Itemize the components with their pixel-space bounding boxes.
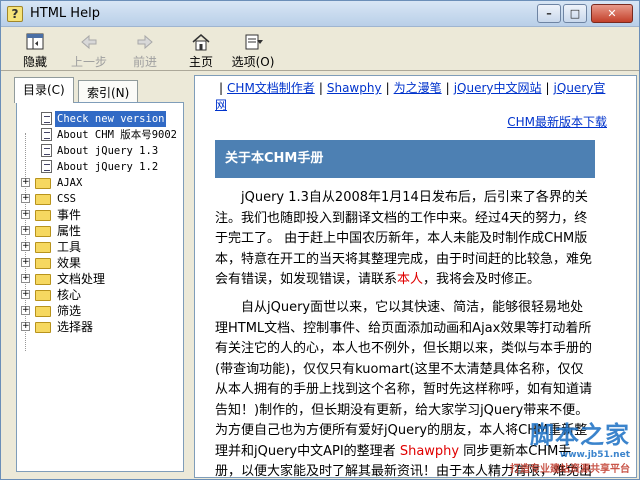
hide-pane-icon bbox=[26, 33, 44, 50]
link-chm-author[interactable]: CHM文档制作者 bbox=[227, 81, 315, 95]
expand-icon[interactable]: + bbox=[21, 274, 30, 283]
content-pane: | CHM文档制作者 | Shawphy | 为之漫笔 | jQuery中文网站 | jQuery… bbox=[194, 75, 637, 478]
hide-label: 隐藏 bbox=[22, 55, 47, 69]
page-icon bbox=[41, 160, 52, 173]
link-manga[interactable]: 为之漫笔 bbox=[394, 81, 442, 95]
tree-folder-traversing[interactable]: + 筛选 bbox=[17, 303, 183, 319]
folder-icon bbox=[35, 210, 51, 221]
tree-folder-utilities[interactable]: + 工具 bbox=[17, 239, 183, 255]
expand-icon[interactable]: + bbox=[21, 226, 30, 235]
options-icon bbox=[245, 34, 263, 50]
contents-tree[interactable]: Check new version About CHM 版本号9002 Abou… bbox=[16, 102, 184, 472]
home-icon bbox=[192, 34, 210, 51]
tree-item-about-chm[interactable]: About CHM 版本号9002 bbox=[17, 127, 183, 143]
tree-item-label: 核心 bbox=[57, 288, 82, 302]
watermark-brand: 脚本之家 bbox=[530, 421, 630, 449]
folder-icon bbox=[35, 242, 51, 253]
expand-icon[interactable]: + bbox=[21, 178, 30, 187]
options-label: 选项(O) bbox=[231, 55, 275, 69]
tree-item-label: About CHM 版本号9002 bbox=[57, 129, 178, 141]
page-icon bbox=[41, 128, 52, 141]
link-shawphy-inline[interactable]: Shawphy bbox=[400, 444, 459, 459]
expand-icon[interactable]: + bbox=[21, 290, 30, 299]
tree-item-label: 效果 bbox=[57, 256, 82, 270]
page-icon bbox=[41, 144, 52, 157]
expand-icon[interactable]: + bbox=[21, 242, 30, 251]
back-arrow-icon bbox=[81, 34, 97, 50]
forward-button[interactable]: 前进 bbox=[119, 32, 171, 70]
expand-icon[interactable]: + bbox=[21, 322, 30, 331]
forward-label: 前进 bbox=[132, 55, 157, 69]
link-jquery-cn[interactable]: jQuery中文网站 bbox=[454, 81, 542, 95]
home-label: 主页 bbox=[188, 55, 213, 69]
navigation-pane: 目录(C) 索引(N) Check new version About CHM … bbox=[4, 75, 186, 475]
tree-folder-attributes[interactable]: + 属性 bbox=[17, 223, 183, 239]
tree-item-label: 工具 bbox=[57, 240, 82, 254]
tree-item-label: 筛选 bbox=[57, 304, 82, 318]
section-heading: 关于本CHM手册 bbox=[215, 140, 595, 178]
expand-icon[interactable]: + bbox=[21, 306, 30, 315]
minimize-button[interactable]: – bbox=[537, 4, 561, 23]
expand-icon[interactable]: + bbox=[21, 194, 30, 203]
tree-item-label: 属性 bbox=[57, 224, 82, 238]
folder-icon bbox=[35, 178, 51, 189]
watermark-logo: 脚本之家 www.jb51.net 打造专业建站资源共享平台 bbox=[510, 415, 630, 475]
tree-item-about-jquery-12[interactable]: About jQuery 1.2 bbox=[17, 159, 183, 175]
expand-icon[interactable]: + bbox=[21, 210, 30, 219]
tree-item-label: About jQuery 1.2 bbox=[57, 161, 159, 173]
html-help-window: ? HTML Help – □ ✕ 隐藏 上一步 前进 主页 选项(O) 目录(… bbox=[0, 0, 640, 480]
help-app-icon: ? bbox=[7, 6, 23, 22]
tree-item-label: AJAX bbox=[57, 177, 83, 189]
watermark-slogan: 打造专业建站资源共享平台 bbox=[510, 464, 630, 475]
tree-item-label: 文档处理 bbox=[57, 272, 106, 286]
watermark-url: www.jb51.net bbox=[559, 450, 630, 460]
folder-icon bbox=[35, 306, 51, 317]
tree-item-label: CSS bbox=[57, 193, 76, 205]
folder-icon bbox=[35, 258, 51, 269]
tree-item-label: Check new version bbox=[53, 110, 168, 128]
link-chm-download[interactable]: CHM最新版本下载 bbox=[507, 115, 607, 129]
pane-splitter[interactable] bbox=[187, 75, 193, 477]
tree-item-label: 选择器 bbox=[57, 320, 94, 334]
expand-icon[interactable]: + bbox=[21, 258, 30, 267]
link-contact-me[interactable]: 本人 bbox=[397, 272, 423, 287]
hide-button[interactable]: 隐藏 bbox=[9, 32, 61, 70]
header-links: | CHM文档制作者 | Shawphy | 为之漫笔 | jQuery中文网站 | jQuery… bbox=[215, 81, 607, 129]
tree-folder-css[interactable]: + CSS bbox=[17, 191, 183, 207]
folder-icon bbox=[35, 290, 51, 301]
options-button[interactable]: 选项(O) bbox=[227, 32, 279, 70]
tree-folder-events[interactable]: + 事件 bbox=[17, 207, 183, 223]
paragraph-1-tail: ，我将会及时修正。 bbox=[423, 272, 541, 287]
tab-index[interactable]: 索引(N) bbox=[78, 80, 139, 102]
tree-folder-ajax[interactable]: + AJAX bbox=[17, 175, 183, 191]
back-label: 上一步 bbox=[70, 55, 107, 69]
close-button[interactable]: ✕ bbox=[591, 4, 633, 23]
page-icon bbox=[41, 112, 52, 125]
title-bar[interactable]: ? HTML Help – □ ✕ bbox=[1, 1, 639, 27]
folder-icon bbox=[35, 194, 51, 205]
tree-item-about-jquery-13[interactable]: About jQuery 1.3 bbox=[17, 143, 183, 159]
tree-item-label: About jQuery 1.3 bbox=[57, 145, 159, 157]
tree-item-label: 事件 bbox=[57, 208, 82, 222]
tree-folder-manipulation[interactable]: + 文档处理 bbox=[17, 271, 183, 287]
back-button[interactable]: 上一步 bbox=[63, 32, 115, 70]
folder-icon bbox=[35, 226, 51, 237]
tree-folder-core[interactable]: + 核心 bbox=[17, 287, 183, 303]
home-button[interactable]: 主页 bbox=[175, 32, 227, 70]
tree-folder-effects[interactable]: + 效果 bbox=[17, 255, 183, 271]
tab-contents[interactable]: 目录(C) bbox=[14, 77, 74, 103]
link-shawphy[interactable]: Shawphy bbox=[327, 81, 382, 95]
folder-icon bbox=[35, 322, 51, 333]
forward-arrow-icon bbox=[137, 34, 153, 50]
window-title: HTML Help bbox=[30, 6, 100, 21]
paragraph-1: jQuery 1.3自从2008年1月14日发布后，后引来了各界的关注。我们也随… bbox=[215, 188, 593, 291]
tree-folder-selectors[interactable]: + 选择器 bbox=[17, 319, 183, 335]
maximize-button[interactable]: □ bbox=[563, 4, 587, 23]
tree-item-check-new-version[interactable]: Check new version bbox=[17, 110, 183, 128]
folder-icon bbox=[35, 274, 51, 285]
toolbar: 隐藏 上一步 前进 主页 选项(O) bbox=[1, 28, 639, 71]
